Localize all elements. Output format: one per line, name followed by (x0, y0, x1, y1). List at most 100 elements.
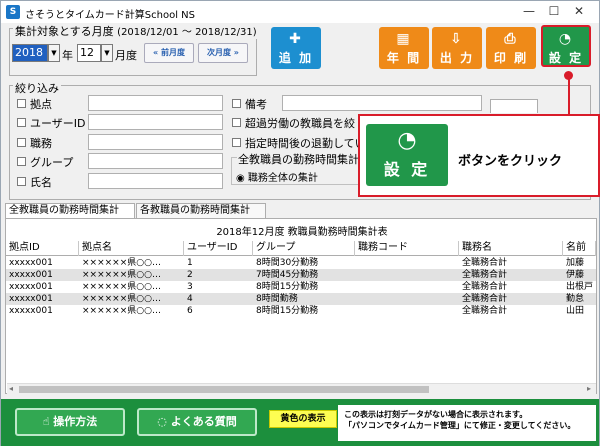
remarks-checkbox[interactable] (232, 99, 241, 108)
filter-label: 氏名 (30, 176, 52, 189)
add-button[interactable]: ✚ 追 加 (271, 27, 321, 69)
table-row[interactable]: xxxxx001 ××××××県○○… 4 8時間勤務 全職務合計 勤怠 (6, 293, 596, 305)
table-row[interactable]: xxxxx001 ××××××県○○… 3 8時間15分勤務 全職務合計 出根戸 (6, 281, 596, 293)
table-cell: ××××××県○○… (82, 270, 161, 280)
table-cell: 3 (187, 282, 193, 292)
table-row[interactable]: xxxxx001 ××××××県○○… 6 8時間15分勤務 全職務合計 山田 (6, 305, 596, 317)
filter-checkbox[interactable] (17, 118, 26, 127)
overtime-label: 超過労働の教職員を絞 (245, 117, 355, 130)
filter-checkbox[interactable] (17, 99, 26, 108)
chevron-down-icon[interactable]: ▼ (101, 44, 113, 62)
filter-label: 拠点 (30, 98, 52, 111)
table-cell: ××××××県○○… (82, 258, 161, 268)
faq-icon: ◌ (157, 415, 171, 428)
filter-legend: 絞り込み (13, 80, 61, 96)
tab-all-staff[interactable]: 全教職員の勤務時間集計 (5, 203, 135, 219)
horizontal-scrollbar[interactable]: ◂ ▸ (7, 383, 596, 394)
close-icon[interactable]: ✕ (559, 1, 599, 23)
filter-input[interactable] (88, 153, 223, 169)
table-cell: 7時間45分勤務 (256, 270, 319, 280)
column-header[interactable]: ユーザーID (184, 241, 253, 256)
filter-label: グループ (30, 156, 74, 169)
table-header: 拠点ID 拠点名 ユーザーID グループ 職務コード 職務名 名前 (6, 241, 596, 256)
scroll-right-icon[interactable]: ▸ (587, 384, 591, 393)
table-cell (355, 257, 459, 269)
filter-checkbox[interactable] (17, 177, 26, 186)
table-cell (355, 305, 459, 317)
year-select[interactable]: 2018 (12, 44, 48, 62)
aggregation-radio[interactable]: ◉ 職務全体の集計 (236, 169, 318, 184)
filter-checkbox[interactable] (17, 157, 26, 166)
column-header[interactable]: グループ (253, 241, 355, 256)
table-cell: 全職務合計 (462, 258, 508, 268)
settings-button[interactable]: ◔ 設 定 (541, 25, 591, 67)
chevron-down-icon[interactable]: ▼ (48, 44, 60, 62)
filter-input[interactable] (88, 95, 223, 111)
table-row[interactable]: xxxxx001 ××××××県○○… 2 7時間45分勤務 全職務合計 伊藤 (6, 269, 596, 281)
window-title: さそうとタイムカード計算School NS (25, 10, 196, 21)
table-cell: 全職務合計 (462, 306, 508, 316)
scroll-left-icon[interactable]: ◂ (9, 384, 13, 393)
filter-label: ユーザーID (30, 117, 86, 130)
app-logo-icon: S (6, 5, 20, 19)
overtime-checkbox[interactable] (232, 118, 241, 127)
table-cell (355, 269, 459, 281)
remarks-label: 備考 (245, 98, 267, 111)
aggregation-legend: 全教職員の勤務時間集計 (237, 151, 360, 167)
output-button[interactable]: ⇩ 出 力 (432, 27, 482, 69)
filter-input[interactable] (88, 173, 223, 189)
table-panel: 2018年12月度 教職員勤務時間集計表 拠点ID 拠点名 ユーザーID グルー… (5, 218, 597, 394)
table-cell: 6 (187, 306, 193, 316)
table-cell: xxxxx001 (9, 294, 53, 304)
filter-input[interactable] (88, 134, 223, 150)
notice-text: この表示は打刻データがない場合に表示されます。 「パソコンでタイムカード管理」にて… (338, 405, 596, 441)
table-title: 2018年12月度 教職員勤務時間集計表 (216, 227, 388, 238)
print-button[interactable]: ⎙ 印 刷 (486, 27, 536, 69)
table-cell: xxxxx001 (9, 306, 53, 316)
table-cell: 8時間30分勤務 (256, 258, 319, 268)
column-header[interactable]: 職務名 (459, 241, 563, 256)
table-cell: 8時間15分勤務 (256, 282, 319, 292)
annual-button[interactable]: ▦ 年 間 (379, 27, 429, 69)
callout-box: ◔ 設 定 ボタンをクリック (358, 114, 600, 197)
table-cell: 出根戸 (566, 282, 594, 292)
table-cell: 全職務合計 (462, 270, 508, 280)
table-cell: ××××××県○○… (82, 306, 161, 316)
search-button[interactable] (490, 99, 538, 113)
table-cell: 8時間15分勤務 (256, 306, 319, 316)
column-header[interactable]: 拠点名 (79, 241, 184, 256)
filter-label: 職務 (30, 137, 52, 150)
table-cell: xxxxx001 (9, 282, 53, 292)
filter-input[interactable] (88, 114, 223, 130)
prev-month-button[interactable]: « 前月度 (144, 43, 194, 63)
table-cell: ××××××県○○… (82, 282, 161, 292)
table-cell: xxxxx001 (9, 270, 53, 280)
column-header[interactable]: 職務コード (355, 241, 459, 256)
table-cell: 2 (187, 270, 193, 280)
table-cell: 1 (187, 258, 193, 268)
late-checkbox[interactable] (232, 138, 241, 147)
next-month-button[interactable]: 次月度 » (198, 43, 248, 63)
table-cell (355, 281, 459, 293)
tab-each-staff[interactable]: 各教職員の勤務時間集計 (136, 203, 266, 219)
add-document-icon: ✚ (289, 31, 303, 47)
year-suffix: 年 (62, 49, 73, 62)
table-cell: ××××××県○○… (82, 294, 161, 304)
column-header[interactable]: 拠点ID (6, 241, 79, 256)
table-cell: 4 (187, 294, 193, 304)
table-cell: 伊藤 (566, 270, 585, 280)
callout-line (568, 75, 570, 115)
calendar-icon: ▦ (396, 31, 412, 47)
table-cell: 山田 (566, 306, 585, 316)
remarks-input[interactable] (282, 95, 482, 111)
callout-dot (564, 71, 573, 80)
table-cell (355, 293, 459, 305)
faq-button[interactable]: ◌ よくある質問 (137, 408, 257, 436)
table-row[interactable]: xxxxx001 ××××××県○○… 1 8時間30分勤務 全職務合計 加藤 (6, 257, 596, 269)
table-cell: 勤怠 (566, 294, 585, 304)
filter-checkbox[interactable] (17, 138, 26, 147)
manual-button[interactable]: ☝ 操作方法 (15, 408, 125, 436)
scrollbar-thumb[interactable] (19, 386, 429, 393)
month-select[interactable]: 12 (77, 44, 101, 62)
column-header[interactable]: 名前 (563, 241, 596, 256)
